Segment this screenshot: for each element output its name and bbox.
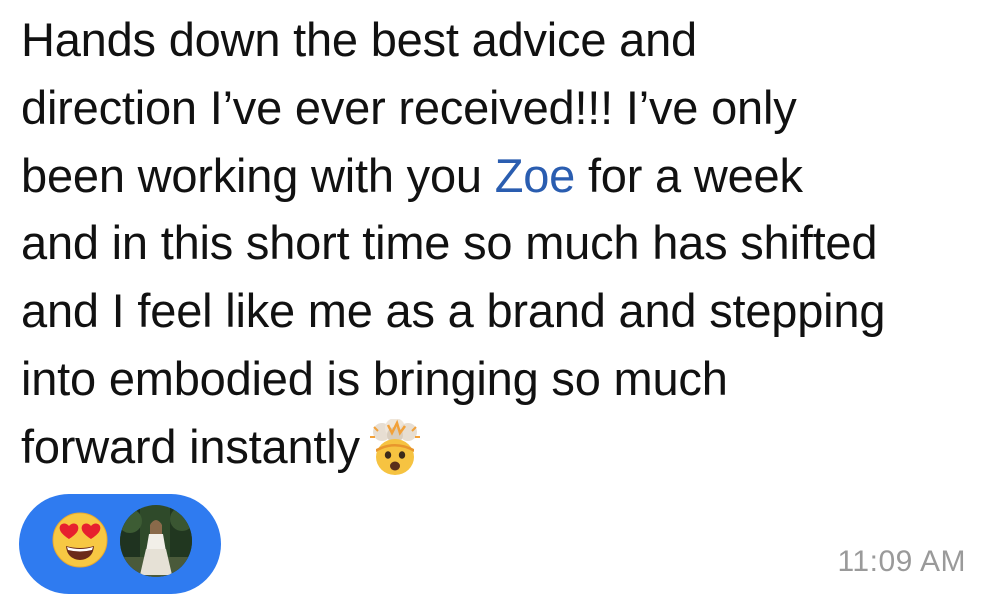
- message-text-segment: forward instantly: [21, 419, 360, 473]
- message-line: direction I’ve ever received!!! I’ve onl…: [21, 80, 797, 134]
- message-line: Hands down the best advice and: [21, 13, 697, 66]
- message-text: Hands down the best advice and direction…: [21, 6, 981, 481]
- message-line: and in this short time so much has shift…: [21, 216, 878, 270]
- message-line: into embodied is bringing so much: [21, 351, 728, 405]
- message-line: forward instantly: [21, 413, 981, 481]
- message-line: and I feel like me as a brand and steppi…: [21, 284, 886, 338]
- heart-eyes-emoji-icon: [50, 509, 110, 569]
- mention-link[interactable]: Zoe: [495, 149, 576, 202]
- message-text-segment: been working with you: [21, 148, 495, 202]
- message-text-segment: for a week: [575, 148, 803, 202]
- exploding-head-emoji-icon: [364, 417, 426, 477]
- reaction-pill[interactable]: [19, 494, 221, 594]
- avatar[interactable]: [120, 505, 192, 577]
- message-line: been working with you Zoe for a week: [21, 142, 981, 210]
